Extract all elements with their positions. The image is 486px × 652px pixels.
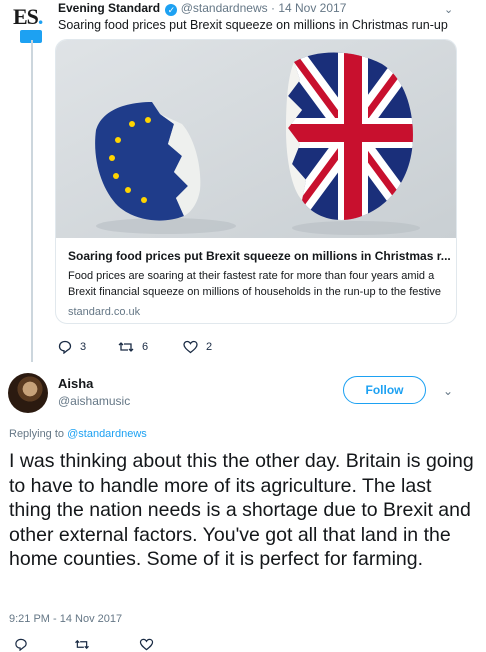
quoted-date[interactable]: 14 Nov 2017 — [278, 1, 346, 15]
link-card[interactable]: Soaring food prices put Brexit squeeze o… — [55, 39, 457, 324]
reply-action[interactable] — [14, 638, 28, 651]
like-count: 2 — [206, 341, 213, 353]
heart-icon — [139, 638, 154, 651]
quoted-display-name[interactable]: Evening Standard — [58, 1, 160, 15]
logo-text: ES — [13, 4, 39, 29]
chevron-down-icon: ⌄ — [443, 384, 454, 398]
quoted-tweet-header: Evening Standard ✓ @standardnews · 14 No… — [58, 1, 346, 16]
tweet-menu-button[interactable]: ⌄ — [444, 0, 453, 18]
heart-icon — [183, 340, 198, 354]
reply-timestamp[interactable]: 9:21 PM - 14 Nov 2017 — [9, 613, 122, 625]
card-domain: standard.co.uk — [68, 306, 141, 318]
retweet-icon — [75, 639, 89, 650]
retweet-count: 6 — [142, 341, 149, 353]
replying-to: Replying to @standardnews — [9, 428, 147, 440]
thread-connector-line — [31, 40, 33, 362]
chevron-down-icon: ⌄ — [444, 4, 454, 16]
follow-button[interactable]: Follow — [343, 376, 426, 404]
reply-icon — [58, 340, 72, 354]
reply-handle[interactable]: @aishamusic — [58, 394, 130, 408]
separator-dot: · — [270, 1, 275, 15]
reply-display-name[interactable]: Aisha — [58, 376, 93, 391]
reply-menu-button[interactable]: ⌄ — [443, 384, 453, 398]
reply-icon — [15, 638, 27, 651]
card-title: Soaring food prices put Brexit squeeze o… — [68, 249, 451, 263]
avatar[interactable] — [8, 373, 48, 413]
reply-tweet-text: I was thinking about this the other day.… — [9, 450, 474, 571]
quoted-tweet-text: Soaring food prices put Brexit squeeze o… — [58, 18, 448, 32]
quoted-handle[interactable]: @standardnews — [181, 1, 268, 15]
retweet-action[interactable] — [74, 638, 90, 651]
logo-dot: . — [37, 4, 43, 29]
evening-standard-logo[interactable]: ES. — [13, 4, 49, 43]
verified-badge-icon: ✓ — [165, 4, 178, 16]
reply-count: 3 — [80, 341, 87, 353]
reply-tweet-actions — [0, 638, 486, 652]
retweet-icon — [118, 342, 134, 352]
replying-prefix: Replying to — [9, 428, 65, 440]
card-image — [56, 40, 456, 238]
card-description: Food prices are soaring at their fastest… — [68, 270, 441, 298]
reply-action[interactable]: 3 — [58, 340, 86, 354]
replying-handle-link[interactable]: @standardnews — [67, 428, 147, 440]
like-action[interactable]: 2 — [183, 340, 212, 354]
like-action[interactable] — [139, 638, 154, 651]
retweet-action[interactable]: 6 — [118, 340, 148, 354]
quoted-tweet-actions: 3 6 2 — [0, 340, 486, 360]
